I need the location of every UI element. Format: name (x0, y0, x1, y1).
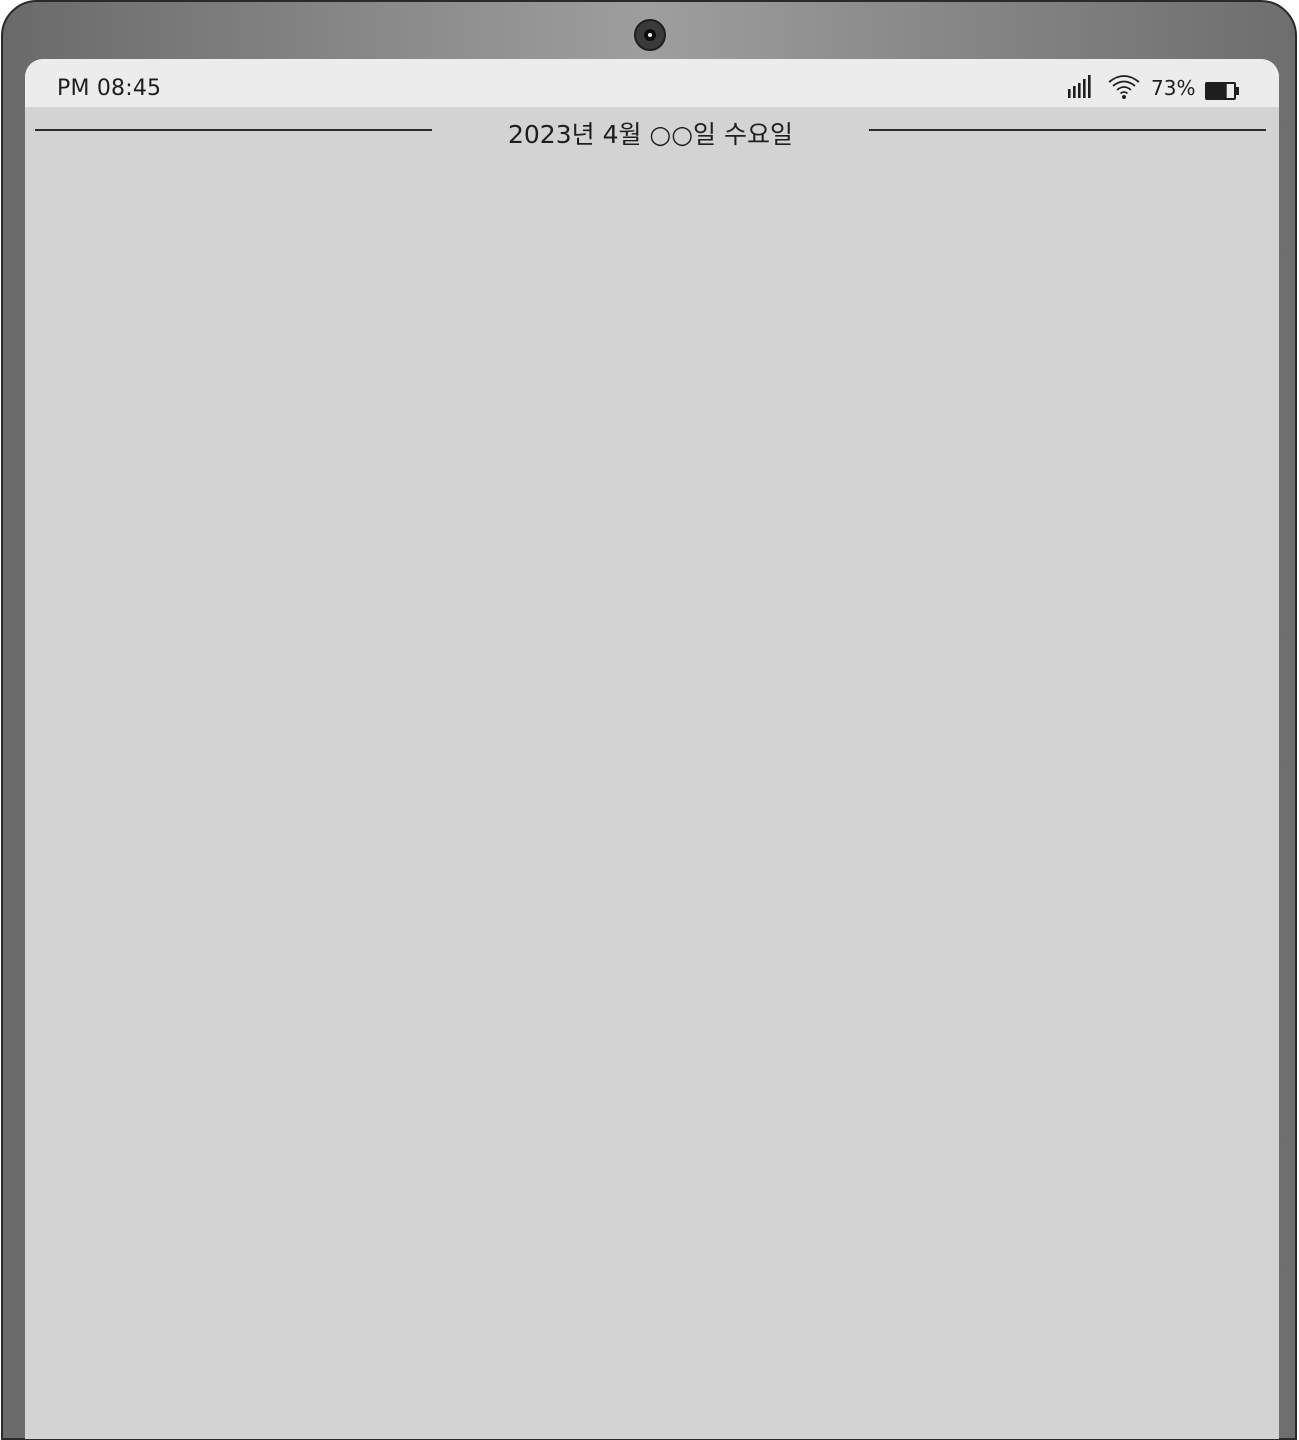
wifi-icon (1108, 75, 1140, 99)
date-header: 2023년 4월 ○○일 수요일 (25, 111, 1279, 149)
front-camera-icon (634, 19, 666, 51)
date-title: 2023년 4월 ○○일 수요일 (508, 120, 793, 149)
screen: PM 08:45 73% 2023년 4월 ○○일 수요일 (25, 59, 1279, 1439)
divider-left (35, 129, 432, 131)
signal-icon (1068, 75, 1091, 98)
battery-percent: 73% (1151, 76, 1196, 100)
tablet-frame: PM 08:45 73% 2023년 4월 ○○일 수요일 (1, 0, 1297, 1440)
battery-icon (1205, 82, 1239, 100)
divider-right (869, 129, 1266, 131)
content-area (25, 149, 1279, 1439)
battery-fill (1207, 84, 1227, 98)
status-bar: PM 08:45 73% (25, 59, 1279, 107)
status-time: PM 08:45 (57, 76, 162, 101)
